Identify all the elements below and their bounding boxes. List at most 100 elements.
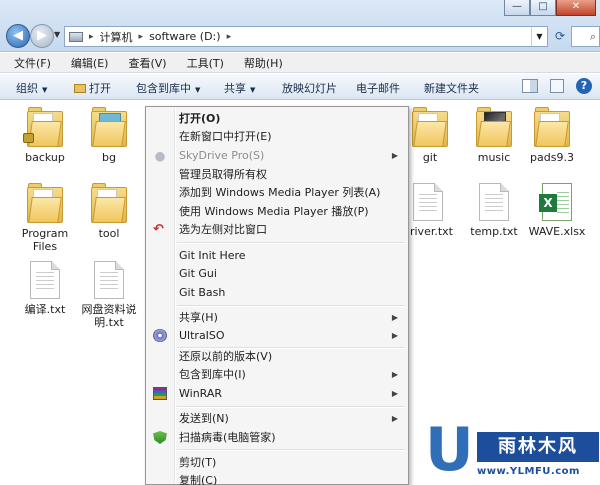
menu-item-skydrive-pro[interactable]: SkyDrive Pro(S) ▶ xyxy=(148,146,406,165)
organize-label: 组织 xyxy=(16,82,38,95)
file-name: temp.txt xyxy=(470,225,518,238)
watermark-brand: 雨林木风 xyxy=(477,432,599,462)
back-button[interactable]: ◀ xyxy=(6,24,30,48)
file-item-program-files[interactable]: Program Files xyxy=(14,183,76,253)
watermark-url: www.YLMFU.com xyxy=(477,466,580,477)
recent-pages-dropdown[interactable]: ▼ xyxy=(54,30,60,39)
shield-icon xyxy=(153,431,167,444)
photo-folder-icon xyxy=(476,107,512,147)
file-name: 网盘资料说明.txt xyxy=(81,303,137,329)
file-item-bg[interactable]: bg xyxy=(78,107,140,164)
breadcrumb-drive[interactable]: software (D:) xyxy=(149,30,221,43)
help-icon[interactable]: ? xyxy=(576,78,592,94)
menu-item-label: Git Gui xyxy=(179,267,217,280)
menu-item-open-new-window[interactable]: 在新窗口中打开(E) xyxy=(148,127,406,146)
menu-file[interactable]: 文件(F) xyxy=(14,55,51,71)
menu-item-label: 扫描病毒(电脑管家) xyxy=(179,431,276,444)
menu-item-take-ownership[interactable]: 管理员取得所有权 xyxy=(148,165,406,184)
change-view-icon[interactable] xyxy=(522,79,538,93)
file-name: Program Files xyxy=(21,227,69,253)
organize-button[interactable]: 组织 ▼ xyxy=(16,80,47,96)
menu-item-label: UltraISO xyxy=(179,329,225,342)
menu-separator xyxy=(177,406,405,408)
menu-item-label: 剪切(T) xyxy=(179,456,217,469)
menu-item-label: 发送到(N) xyxy=(179,412,229,425)
menu-item-restore-previous-versions[interactable]: 还原以前的版本(V) xyxy=(148,347,406,366)
menu-item-copy[interactable]: 复制(C) xyxy=(148,471,406,485)
menu-item-open[interactable]: 打开(O) xyxy=(148,109,406,128)
menu-item-include-in-library[interactable]: 包含到库中(I) ▶ xyxy=(148,365,406,384)
refresh-button[interactable]: ⟳ xyxy=(551,26,569,47)
menu-item-label: 包含到库中(I) xyxy=(179,368,246,381)
preview-pane-icon[interactable] xyxy=(550,79,564,93)
menu-item-label: 复制(C) xyxy=(179,474,218,485)
menu-item-label: Git Bash xyxy=(179,286,226,299)
email-button[interactable]: 电子邮件 xyxy=(356,80,400,96)
include-in-library-label: 包含到库中 xyxy=(136,82,191,95)
file-name: WAVE.xlsx xyxy=(528,225,586,238)
search-icon: ⌕ xyxy=(589,30,596,43)
menu-item-add-to-wmp-list[interactable]: 添加到 Windows Media Player 列表(A) xyxy=(148,183,406,202)
maximize-button[interactable]: □ xyxy=(530,0,556,16)
close-button[interactable]: ✕ xyxy=(556,0,596,16)
menu-help[interactable]: 帮助(H) xyxy=(244,55,283,71)
file-item-pads93[interactable]: pads9.3 xyxy=(521,107,583,164)
menu-separator xyxy=(177,449,405,451)
forward-arrow-icon: ▶ xyxy=(37,28,47,43)
menu-tools[interactable]: 工具(T) xyxy=(187,55,224,71)
file-item-wave-xlsx[interactable]: X WAVE.xlsx xyxy=(526,183,588,238)
search-input[interactable]: ⌕ xyxy=(571,26,600,47)
address-bar[interactable]: ▸ 计算机 ▸ software (D:) ▸ ▼ xyxy=(64,26,548,47)
menu-item-label: 共享(H) xyxy=(179,311,218,324)
file-item-temp-txt[interactable]: temp.txt xyxy=(463,183,525,238)
menu-item-label: 打开(O) xyxy=(179,112,221,125)
watermark-letter: U xyxy=(425,415,474,485)
minimize-button[interactable]: — xyxy=(504,0,530,16)
address-dropdown[interactable]: ▼ xyxy=(531,27,547,46)
menu-item-winrar[interactable]: WinRAR ▶ xyxy=(148,384,406,403)
breadcrumb-chevron-icon[interactable]: ▸ xyxy=(139,32,144,42)
menu-item-ultraiso[interactable]: UltraISO ▶ xyxy=(148,326,406,345)
new-folder-button[interactable]: 新建文件夹 xyxy=(424,80,479,96)
menu-item-select-left-compare[interactable]: ↶ 选为左侧对比窗口 xyxy=(148,220,406,239)
breadcrumb-computer[interactable]: 计算机 xyxy=(100,29,133,45)
folder-icon xyxy=(534,107,570,147)
menu-item-send-to[interactable]: 发送到(N) ▶ xyxy=(148,409,406,428)
menu-view[interactable]: 查看(V) xyxy=(128,55,166,71)
menu-edit[interactable]: 编辑(E) xyxy=(71,55,109,71)
file-name: tool xyxy=(98,227,120,240)
file-item-netdisk-readme-txt[interactable]: 网盘资料说明.txt xyxy=(78,261,140,329)
share-button[interactable]: 共享 ▼ xyxy=(224,80,255,96)
text-document-icon xyxy=(479,183,509,221)
open-label: 打开 xyxy=(89,82,111,95)
menu-item-play-with-wmp[interactable]: 使用 Windows Media Player 播放(P) xyxy=(148,202,406,221)
disc-icon xyxy=(153,329,167,342)
breadcrumb-chevron-icon[interactable]: ▸ xyxy=(89,32,94,42)
menu-item-cut[interactable]: 剪切(T) xyxy=(148,453,406,472)
file-name: 编译.txt xyxy=(24,303,66,316)
menu-item-git-init-here[interactable]: Git Init Here xyxy=(148,246,406,265)
breadcrumb-chevron-icon[interactable]: ▸ xyxy=(227,32,232,42)
submenu-arrow-icon: ▶ xyxy=(391,313,398,322)
include-in-library-button[interactable]: 包含到库中 ▼ xyxy=(136,80,200,96)
menu-item-git-bash[interactable]: Git Bash xyxy=(148,283,406,302)
menu-item-git-gui[interactable]: Git Gui xyxy=(148,264,406,283)
menu-item-virus-scan[interactable]: 扫描病毒(电脑管家) xyxy=(148,428,406,447)
submenu-arrow-icon: ▶ xyxy=(391,151,398,160)
menu-item-label: 在新窗口中打开(E) xyxy=(179,130,272,143)
command-bar: 组织 ▼ 打开 包含到库中 ▼ 共享 ▼ 放映幻灯片 电子邮件 新建文件夹 ? xyxy=(0,74,600,100)
menu-item-label: WinRAR xyxy=(179,387,223,400)
forward-button[interactable]: ▶ xyxy=(30,24,54,48)
menu-item-share[interactable]: 共享(H) ▶ xyxy=(148,308,406,327)
open-button[interactable]: 打开 xyxy=(74,80,111,96)
slideshow-button[interactable]: 放映幻灯片 xyxy=(282,80,337,96)
folder-icon xyxy=(27,183,63,223)
file-item-backup[interactable]: backup xyxy=(14,107,76,164)
back-arrow-icon: ◀ xyxy=(13,28,23,43)
file-item-compile-txt[interactable]: 编译.txt xyxy=(14,261,76,316)
context-menu: 打开(O) 在新窗口中打开(E) SkyDrive Pro(S) ▶ 管理员取得… xyxy=(145,106,409,485)
folder-icon xyxy=(412,107,448,147)
file-item-music[interactable]: music xyxy=(463,107,525,164)
file-item-tool[interactable]: tool xyxy=(78,183,140,240)
text-document-icon xyxy=(30,261,60,299)
